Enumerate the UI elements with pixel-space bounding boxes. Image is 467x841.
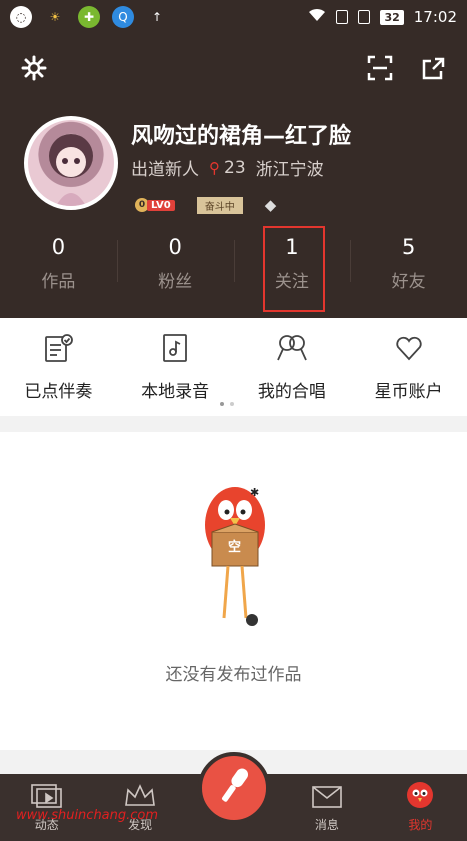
page-dot (230, 402, 234, 406)
envelope-icon (310, 783, 344, 812)
heart-icon (394, 333, 424, 367)
level-label: LV0 (147, 199, 175, 211)
stat-fans[interactable]: 0 粉丝 (116, 224, 234, 302)
stat-label: 粉丝 (158, 271, 193, 292)
weather-icon: ☀ (49, 10, 61, 24)
stat-works[interactable]: 0 作品 (0, 224, 117, 302)
mic-count-icon: ⚲ (209, 158, 220, 177)
empty-mascot: ✱ 空 (190, 480, 280, 630)
empty-message: 还没有发布过作品 (165, 665, 302, 685)
scan-icon[interactable] (366, 54, 394, 82)
menu-label: 星币账户 (374, 381, 443, 402)
playlist-check-icon (43, 333, 74, 367)
works-content: ✱ 空 还没有发布过作品 (0, 432, 467, 750)
clock: 17:02 (413, 8, 457, 26)
menu-label: 本地录音 (141, 381, 210, 402)
profile-bird-icon (405, 781, 435, 812)
menu-item-local-recording[interactable]: 本地录音 (117, 318, 234, 416)
level-badge[interactable]: 0 LV0 (135, 198, 175, 212)
diamond-icon[interactable]: ◆ (265, 196, 277, 214)
menu-item-accompaniment[interactable]: 已点伴奏 (0, 318, 117, 416)
menu-item-star-coins[interactable]: 星币账户 (350, 318, 467, 416)
user-title: 出道新人 (131, 160, 199, 180)
page-indicator (220, 402, 234, 406)
stat-label: 好友 (391, 271, 426, 292)
username: 风吻过的裙角—红了脸 (131, 124, 352, 149)
tab-messages[interactable]: 消息 (280, 774, 373, 841)
sim2-icon (358, 10, 371, 24)
menu-item-my-duets[interactable]: 我的合唱 (234, 318, 351, 416)
avatar[interactable] (24, 116, 118, 210)
status-bar: ◌ ☀ ✚ Q ↑ 32 17:02 (0, 0, 467, 34)
record-mic-button[interactable] (198, 752, 270, 824)
tab-label: 消息 (314, 818, 339, 832)
stat-friends[interactable]: 5 好友 (350, 224, 467, 302)
profile-header: 风吻过的裙角—红了脸 出道新人 ⚲ 23 浙江宁波 0 LV0 奋斗中 ◆ 0 … (0, 34, 467, 318)
settings-gear-icon[interactable] (20, 54, 48, 82)
profile-subline: 出道新人 ⚲ 23 浙江宁波 (131, 155, 324, 181)
stats-row: 0 作品 0 粉丝 1 关注 5 好友 (0, 224, 467, 302)
duet-mic-icon (276, 333, 308, 367)
badge-row: 0 LV0 奋斗中 ◆ (135, 196, 276, 214)
rank-badge[interactable]: 奋斗中 (196, 196, 243, 214)
svg-text:✱: ✱ (250, 486, 259, 499)
microphone-icon (214, 764, 254, 812)
watermark: www.shuinchang.com (16, 808, 159, 823)
stat-value: 5 (401, 234, 416, 259)
mic-count: 23 (224, 157, 246, 178)
tab-label: 我的 (408, 818, 433, 832)
share-icon[interactable] (420, 54, 448, 82)
tab-me[interactable]: 我的 (374, 774, 467, 841)
highlight-box (263, 226, 325, 312)
menu-label: 已点伴奏 (24, 381, 93, 402)
sim1-icon (336, 10, 349, 24)
upload-arrow-icon: ↑ (151, 10, 163, 24)
location: 浙江宁波 (255, 160, 324, 180)
music-note-icon (160, 333, 190, 367)
stat-label: 作品 (41, 271, 76, 292)
stat-value: 0 (51, 234, 66, 259)
stat-value: 0 (168, 234, 182, 259)
wifi-icon (308, 8, 326, 26)
mascot-label: 空 (228, 540, 242, 555)
game-app-icon: ✚ (78, 6, 100, 28)
menu-label: 我的合唱 (257, 381, 326, 402)
chat-app-icon: ◌ (10, 6, 32, 28)
page-dot (220, 402, 224, 406)
qq-browser-icon: Q (112, 6, 134, 28)
battery-indicator: 32 (380, 9, 404, 25)
